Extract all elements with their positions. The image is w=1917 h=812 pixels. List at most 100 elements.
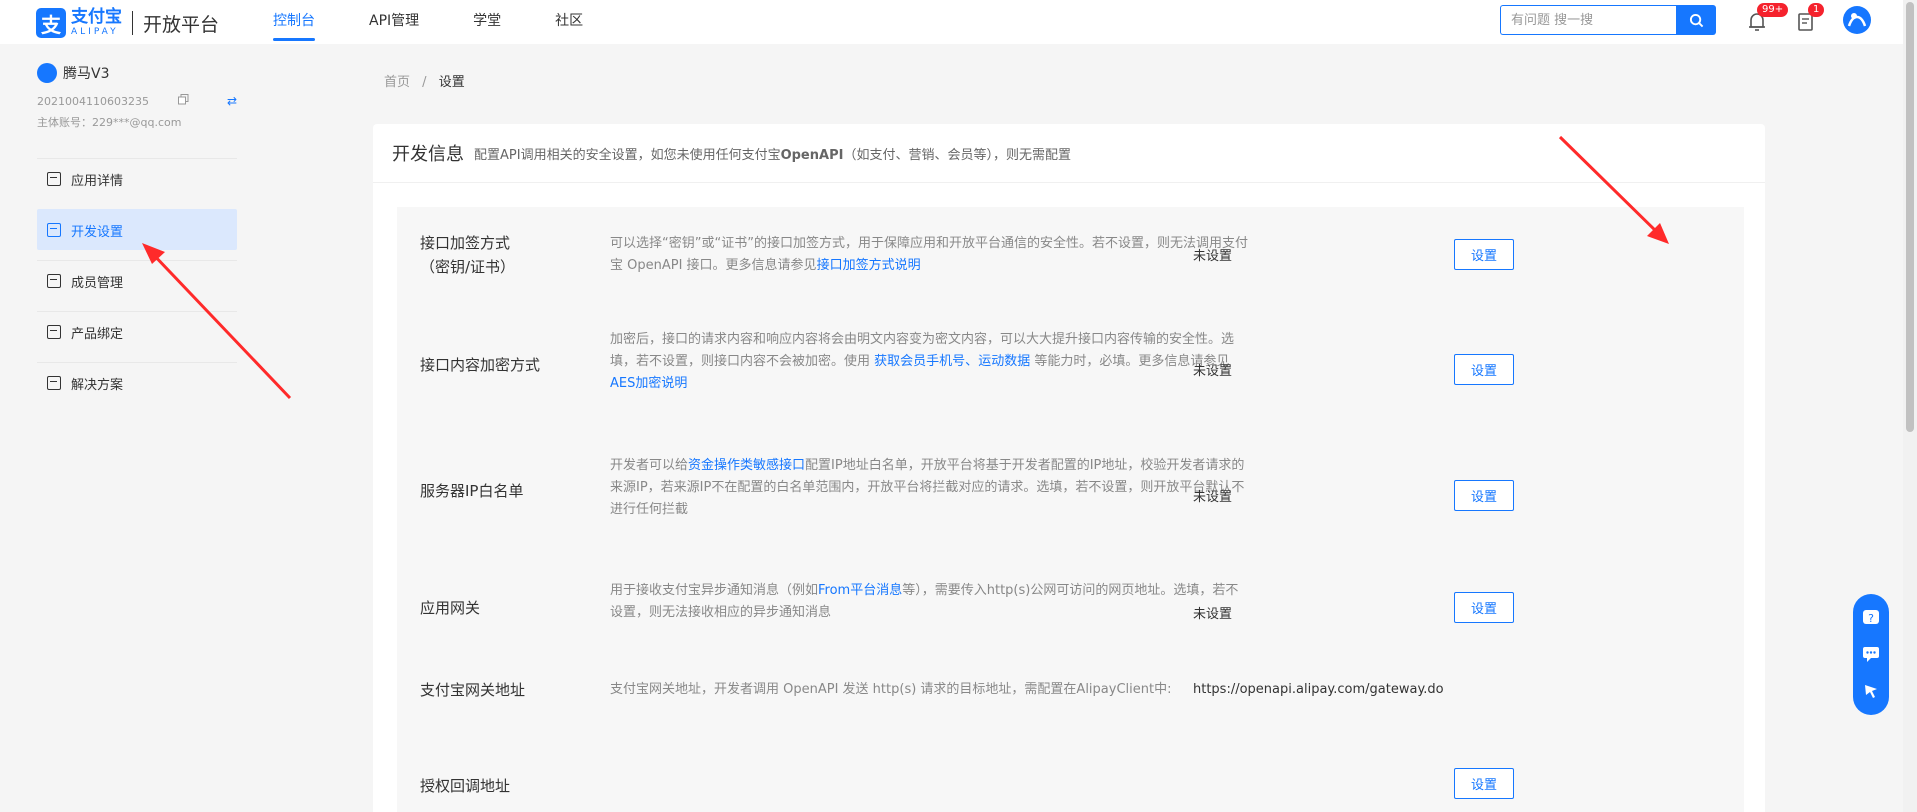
app-details-icon (47, 172, 61, 186)
todo-badge: 1 (1808, 3, 1825, 17)
sidebar-menu: 应用详情 开发设置 成员管理 产品绑定 解决方案 (37, 148, 237, 403)
switch-app-icon[interactable]: ⇄ (227, 94, 237, 108)
setting-row-gateway: 应用网关 用于接收支付宝异步通知消息（例如From平台消息等），需要传入http… (397, 554, 1744, 654)
sport-data-link[interactable]: 运动数据 (978, 354, 1030, 369)
user-avatar[interactable] (1843, 6, 1871, 34)
row-status: 未设置 (1193, 249, 1233, 264)
logo-text: 支付宝 ALIPAY (71, 8, 122, 38)
solutions-icon (47, 376, 61, 390)
row-label: 支付宝网关地址 (420, 681, 526, 699)
app-avatar (37, 63, 57, 83)
row-description: 加密后，接口的请求内容和响应内容将会由明文内容变为密文内容，可以大大提升接口内容… (610, 329, 1250, 395)
breadcrumb-home[interactable]: 首页 (384, 75, 410, 90)
feedback-button[interactable] (1861, 681, 1881, 701)
sidebar-item-solutions[interactable]: 解决方案 (37, 362, 237, 403)
app-name-row: 腾马V3 (37, 63, 237, 83)
row-label: 接口内容加密方式 (420, 356, 541, 374)
sidebar-item-label: 开发设置 (71, 224, 124, 240)
logo-en: ALIPAY (71, 27, 119, 37)
row-description: 用于接收支付宝异步通知消息（例如From平台消息等），需要传入http(s)公网… (610, 580, 1250, 624)
setting-row-alipay-gateway: 支付宝网关地址 支付宝网关地址，开发者调用 OpenAPI 发送 http(s)… (397, 654, 1744, 726)
settings-panel: 接口加签方式 （密钥/证书） 可以选择“密钥”或“证书”的接口加签方式，用于保障… (397, 207, 1744, 812)
breadcrumb-separator: / (422, 75, 427, 90)
setting-row-signing: 接口加签方式 （密钥/证书） 可以选择“密钥”或“证书”的接口加签方式，用于保障… (397, 207, 1744, 319)
sidebar-item-product-binding[interactable]: 产品绑定 (37, 311, 237, 352)
product-binding-icon (47, 325, 61, 339)
aes-doc-link[interactable]: AES加密说明 (610, 376, 687, 391)
sidebar-item-label: 产品绑定 (71, 326, 124, 342)
auth-callback-setup-button[interactable]: 设置 (1454, 768, 1514, 799)
members-icon (47, 274, 61, 288)
row-description: 开发者可以给资金操作类敏感接口配置IP地址白名单，开放平台将基于开发者配置的IP… (610, 455, 1250, 521)
row-desc-text: 开发者可以给 (610, 458, 689, 473)
nav-academy[interactable]: 学堂 (473, 0, 501, 44)
row-label: 授权回调地址 (420, 777, 511, 795)
row-description: 支付宝网关地址，开发者调用 OpenAPI 发送 http(s) 请求的目标地址… (610, 682, 1172, 697)
sidebar-item-members[interactable]: 成员管理 (37, 260, 237, 301)
todo-button[interactable]: 1 (1792, 3, 1825, 36)
setting-row-encryption: 接口内容加密方式 加密后，接口的请求内容和响应内容将会由明文内容变为密文内容，可… (397, 319, 1744, 436)
app-name: 腾马V3 (63, 66, 110, 82)
nav-community[interactable]: 社区 (555, 0, 583, 44)
signing-setup-button[interactable]: 设置 (1454, 239, 1514, 270)
nav-api-management[interactable]: API管理 (369, 0, 419, 44)
notification-button[interactable]: 99+ (1743, 3, 1789, 36)
logo-cn: 支付宝 (71, 7, 122, 27)
app-info: 腾马V3 2021004110603235 ⇄ 主体账号：229***@qq.c… (37, 63, 237, 130)
account-info: 主体账号：229***@qq.com (37, 116, 182, 129)
help-button[interactable]: ? (1861, 608, 1881, 628)
sidebar-item-app-details[interactable]: 应用详情 (37, 158, 237, 199)
nav-console[interactable]: 控制台 (273, 0, 315, 44)
card-desc-post: （如支付、营销、会员等），则无需配置 (843, 147, 1071, 163)
card-title: 开发信息 (392, 144, 464, 165)
ip-whitelist-setup-button[interactable]: 设置 (1454, 480, 1514, 511)
search-button[interactable] (1676, 5, 1716, 35)
row-label-line1: 接口加签方式 (420, 234, 511, 252)
card-header: 开发信息 配置API调用相关的安全设置，如您未使用任何支付宝OpenAPI（如支… (373, 124, 1765, 183)
row-status: 未设置 (1193, 364, 1233, 379)
gateway-setup-button[interactable]: 设置 (1454, 592, 1514, 623)
card-description: 配置API调用相关的安全设置，如您未使用任何支付宝OpenAPI（如支付、营销、… (474, 144, 1071, 163)
row-status: 未设置 (1193, 607, 1233, 622)
search-input[interactable] (1500, 5, 1676, 35)
dev-info-card: 开发信息 配置API调用相关的安全设置，如您未使用任何支付宝OpenAPI（如支… (373, 124, 1765, 812)
breadcrumb-current: 设置 (438, 75, 465, 90)
card-desc-pre: 配置API调用相关的安全设置，如您未使用任何支付宝 (474, 147, 781, 163)
row-desc-text: 可以选择“密钥”或“证书”的接口加签方式，用于保障应用和开放平台通信的安全性。若… (610, 236, 1248, 273)
platform-message-link[interactable]: From平台消息 (818, 583, 902, 598)
svg-text:?: ? (1868, 612, 1874, 625)
row-label: 接口加签方式 （密钥/证书） (420, 231, 515, 279)
signing-doc-link[interactable]: 接口加签方式说明 (817, 258, 921, 273)
setting-row-auth-callback: 授权回调地址 设置 (397, 726, 1744, 806)
chat-button[interactable] (1861, 644, 1881, 664)
chat-icon (1863, 647, 1879, 663)
member-phone-link[interactable]: 获取会员手机号 (874, 354, 965, 369)
page-scrollbar[interactable] (1903, 0, 1917, 812)
top-nav: 控制台 API管理 学堂 社区 (273, 0, 637, 44)
row-description: 可以选择“密钥”或“证书”的接口加签方式，用于保障应用和开放平台通信的安全性。若… (610, 233, 1250, 277)
row-status: 未设置 (1193, 490, 1233, 505)
row-label-line2: （密钥/证书） (420, 258, 516, 276)
logo-divider (132, 11, 133, 35)
platform-name: 开放平台 (143, 13, 220, 36)
app-id-row: 2021004110603235 ⇄ (37, 94, 237, 108)
feedback-hand-icon (1865, 684, 1877, 698)
card-desc-bold: OpenAPI (780, 147, 844, 163)
search-bar (1500, 5, 1716, 35)
row-label: 应用网关 (420, 599, 481, 617)
dev-settings-icon (47, 223, 61, 237)
notification-badge: 99+ (1757, 3, 1789, 17)
sensitive-api-link[interactable]: 资金操作类敏感接口 (688, 458, 805, 473)
alipay-logo[interactable]: 支 支付宝 ALIPAY 开放平台 (36, 8, 219, 38)
encryption-setup-button[interactable]: 设置 (1454, 354, 1514, 385)
desc-separator: 、 (965, 354, 979, 369)
breadcrumb: 首页 / 设置 (384, 71, 465, 90)
sidebar-item-label: 成员管理 (71, 275, 124, 291)
sidebar: 腾马V3 2021004110603235 ⇄ 主体账号：229***@qq.c… (0, 44, 250, 812)
row-desc-text: 用于接收支付宝异步通知消息（例如 (610, 583, 819, 598)
sidebar-item-dev-settings[interactable]: 开发设置 (37, 209, 237, 250)
copy-icon[interactable] (177, 94, 189, 108)
scrollbar-thumb[interactable] (1906, 2, 1914, 432)
sidebar-item-label: 应用详情 (71, 173, 124, 189)
setting-row-ip-whitelist: 服务器IP白名单 开发者可以给资金操作类敏感接口配置IP地址白名单，开放平台将基… (397, 436, 1744, 554)
